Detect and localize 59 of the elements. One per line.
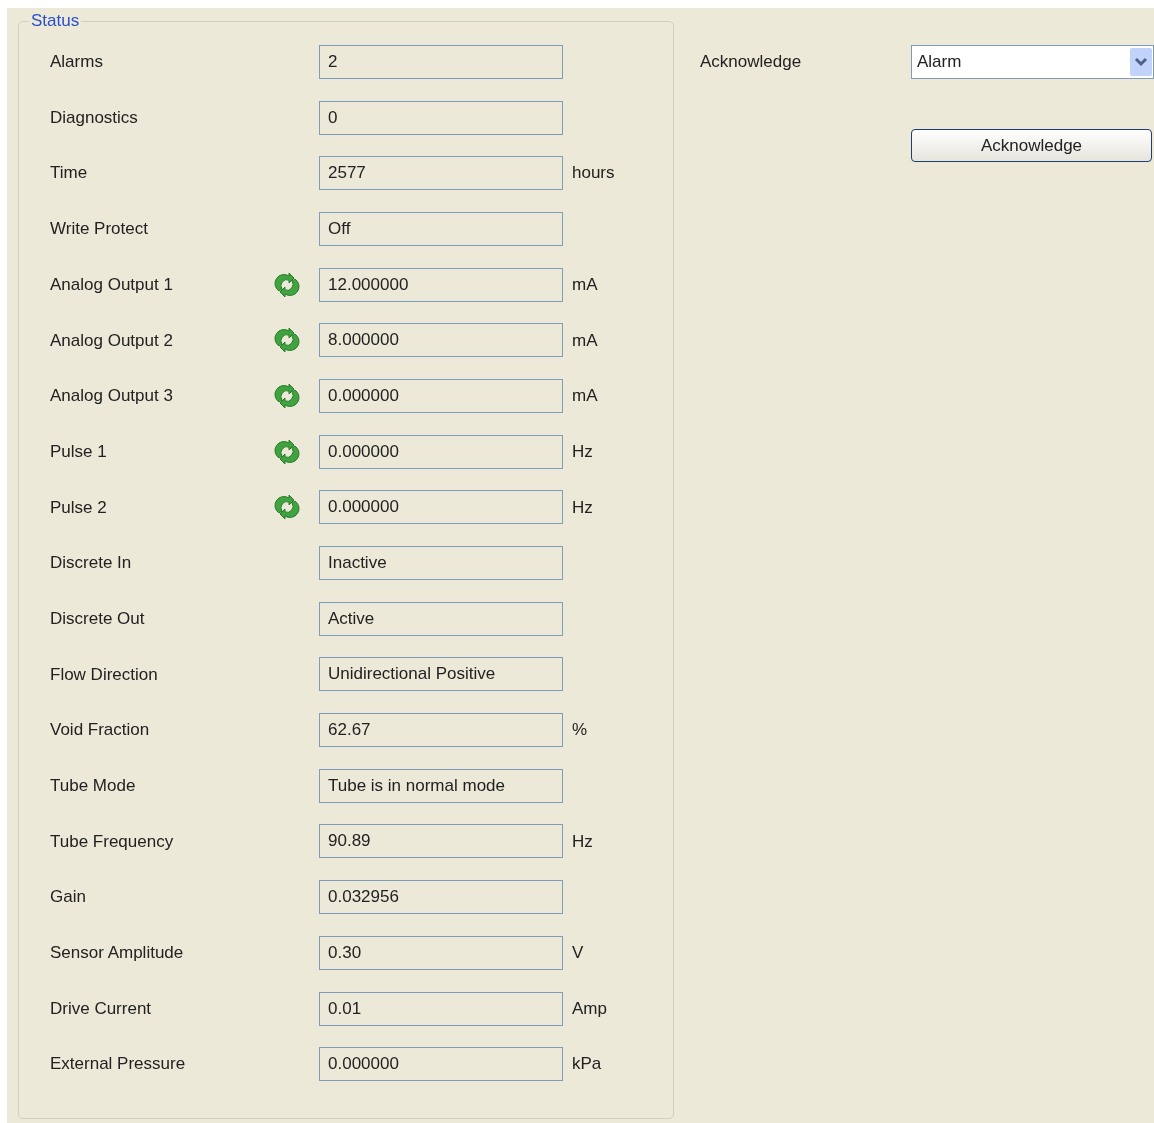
unit-label: Amp <box>572 997 607 1020</box>
chevron-down-icon <box>1130 48 1152 76</box>
field-label: Sensor Amplitude <box>50 942 185 965</box>
alarm-dropdown[interactable]: Alarm <box>911 45 1154 79</box>
field-label: Flow Direction <box>50 663 159 686</box>
refresh-icon[interactable] <box>273 381 301 410</box>
value-field[interactable]: Tube is in normal mode <box>319 768 563 803</box>
acknowledge-button[interactable]: Acknowledge <box>911 129 1152 162</box>
unit-label: mA <box>572 273 598 296</box>
field-label: Analog Output 1 <box>50 273 174 296</box>
field-label: Pulse 1 <box>50 440 108 463</box>
unit-label: Hz <box>572 440 593 463</box>
unit-label: % <box>572 719 588 742</box>
field-label: Alarms <box>50 51 104 74</box>
unit-label: kPa <box>572 1053 602 1076</box>
value-field[interactable]: Active <box>319 601 563 636</box>
value-field[interactable]: 0.000000 <box>319 1047 563 1082</box>
field-label: Analog Output 2 <box>50 329 174 352</box>
unit-label: Hz <box>572 496 593 519</box>
value-field[interactable]: 62.67 <box>319 713 563 748</box>
unit-label: hours <box>572 162 615 185</box>
field-label: Diagnostics <box>50 106 139 129</box>
refresh-icon[interactable] <box>273 437 301 466</box>
field-label: Void Fraction <box>50 719 151 742</box>
value-field[interactable]: Inactive <box>319 546 563 581</box>
unit-label: V <box>572 942 584 965</box>
field-label: Write Protect <box>50 218 149 241</box>
unit-label: Hz <box>572 830 593 853</box>
value-field[interactable]: 2577 <box>319 156 563 191</box>
refresh-icon[interactable] <box>273 493 301 522</box>
value-field[interactable]: 90.89 <box>319 824 563 859</box>
field-label: Tube Frequency <box>50 830 175 853</box>
unit-label: mA <box>572 329 598 352</box>
value-field[interactable]: 0.000000 <box>319 490 563 525</box>
value-field[interactable]: 12.000000 <box>319 267 563 302</box>
value-field[interactable]: Off <box>319 211 563 246</box>
field-label: Discrete In <box>50 552 133 575</box>
field-label: Discrete Out <box>50 607 146 630</box>
field-label: Time <box>50 162 89 185</box>
refresh-icon[interactable] <box>273 326 301 355</box>
value-field[interactable]: 0.032956 <box>319 880 563 915</box>
value-field[interactable]: 0 <box>319 100 563 135</box>
field-label: External Pressure <box>50 1053 187 1076</box>
field-label: Drive Current <box>50 997 153 1020</box>
unit-label: mA <box>572 385 598 408</box>
value-field[interactable]: 8.000000 <box>319 323 563 358</box>
group-title: Status <box>30 12 81 30</box>
value-field[interactable]: 0.000000 <box>319 434 563 469</box>
field-label: Gain <box>50 886 87 909</box>
refresh-icon[interactable] <box>273 270 301 299</box>
acknowledge-label: Acknowledge <box>700 51 803 74</box>
value-field[interactable]: 2 <box>319 44 563 79</box>
value-field[interactable]: 0.000000 <box>319 378 563 413</box>
value-field[interactable]: Unidirectional Positive <box>319 657 563 692</box>
field-label: Tube Mode <box>50 775 137 798</box>
field-label: Analog Output 3 <box>50 385 174 408</box>
field-label: Pulse 2 <box>50 496 108 519</box>
value-field[interactable]: 0.30 <box>319 935 563 970</box>
value-field[interactable]: 0.01 <box>319 991 563 1026</box>
